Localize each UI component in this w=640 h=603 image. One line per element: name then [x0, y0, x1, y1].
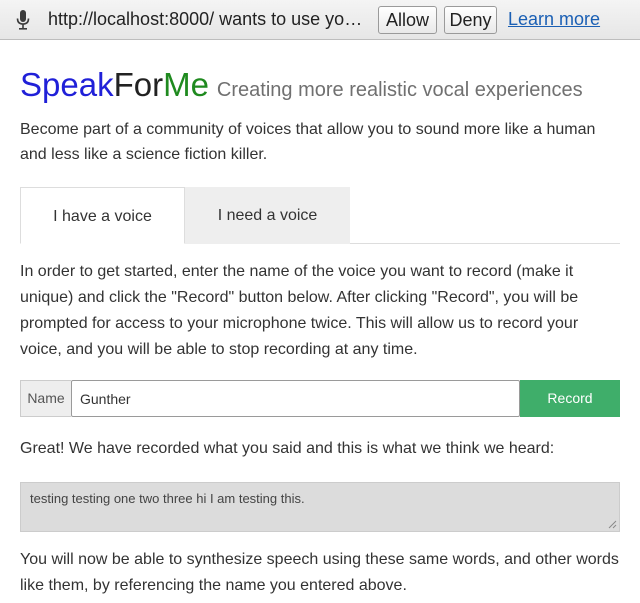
page-title: SpeakForMe Creating more realistic vocal … [20, 66, 583, 104]
deny-button[interactable]: Deny [444, 6, 497, 34]
voice-tabs: I have a voice I need a voice [20, 187, 620, 244]
brand-speak: Speak [20, 66, 114, 103]
transcript-textarea[interactable]: testing testing one two three hi I am te… [20, 482, 620, 532]
outro-text: You will now be able to synthesize speec… [20, 551, 619, 594]
tab-i-need-a-voice[interactable]: I need a voice [185, 187, 350, 244]
allow-button[interactable]: Allow [378, 6, 437, 34]
permission-bar: http://localhost:8000/ wants to use your… [0, 0, 640, 40]
name-input[interactable] [71, 380, 520, 417]
microphone-icon [16, 10, 30, 30]
record-button[interactable]: Record [520, 380, 620, 417]
transcript-text: testing testing one two three hi I am te… [30, 491, 305, 506]
brand-me: Me [163, 66, 209, 103]
tab-i-have-a-voice[interactable]: I have a voice [20, 187, 185, 244]
brand-logo: SpeakForMe [20, 66, 209, 103]
intro-text: Become part of a community of voices tha… [20, 121, 596, 163]
result-message: Great! We have recorded what you said an… [20, 440, 555, 457]
name-label: Name [20, 380, 71, 417]
resize-grip-icon[interactable] [608, 520, 617, 529]
name-input-group: Name Record [20, 380, 620, 417]
brand-for: For [113, 66, 164, 103]
learn-more-link[interactable]: Learn more [508, 9, 600, 30]
permission-message: http://localhost:8000/ wants to use your… [48, 9, 366, 29]
instructions-text: In order to get started, enter the name … [20, 263, 579, 358]
tagline: Creating more realistic vocal experience… [216, 79, 583, 101]
